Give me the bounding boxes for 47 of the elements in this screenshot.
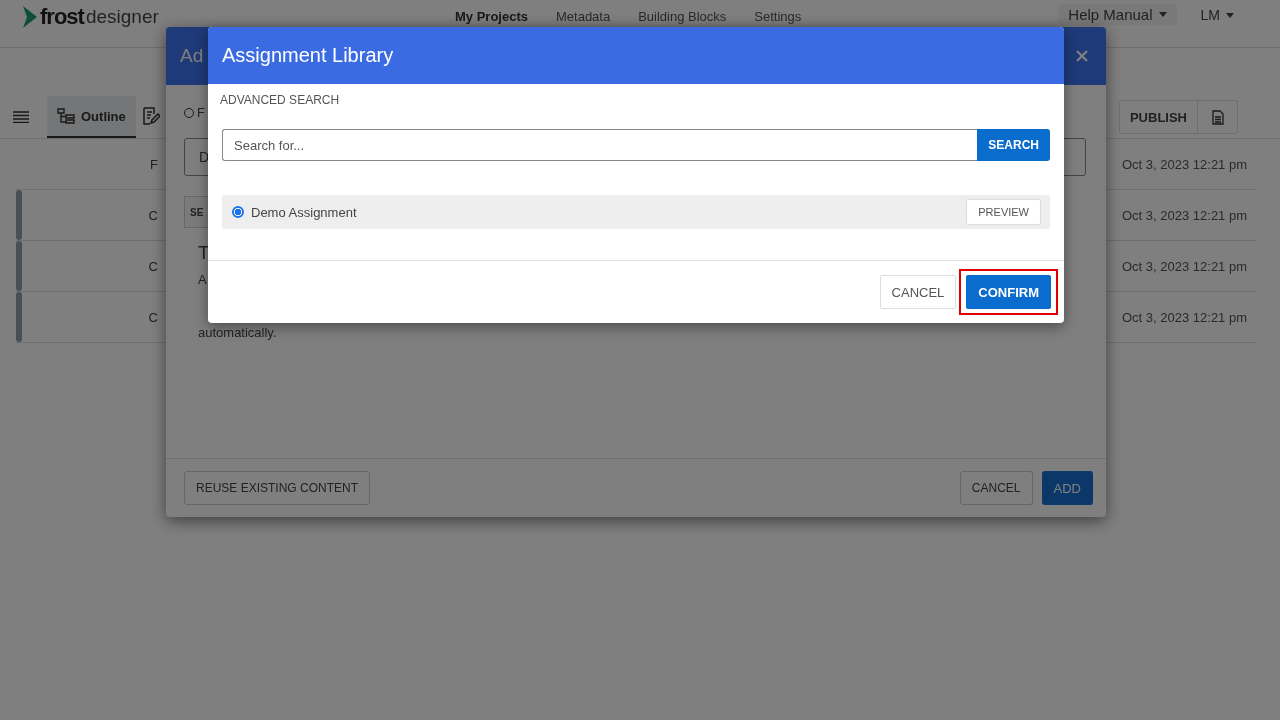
close-icon[interactable] bbox=[1076, 50, 1088, 62]
chevron-logo-icon bbox=[22, 5, 38, 29]
table-cell-text: F bbox=[149, 156, 158, 172]
nav-link[interactable]: Settings bbox=[754, 9, 802, 24]
cancel-button[interactable]: CANCEL bbox=[879, 275, 957, 309]
radio-button[interactable] bbox=[232, 206, 244, 218]
caret-icon bbox=[1226, 12, 1234, 18]
help-dropdown[interactable]: Help Manual bbox=[1058, 4, 1177, 25]
date-cell-text: Oct 3, 2023 12:21 pm bbox=[1122, 207, 1249, 223]
radio-label: F bbox=[197, 105, 205, 120]
search-button[interactable]: SEARCH bbox=[977, 129, 1050, 161]
document-button[interactable] bbox=[1198, 100, 1238, 134]
edit-icon bbox=[141, 107, 160, 125]
date-cell-text: Oct 3, 2023 12:21 pm bbox=[1122, 309, 1249, 325]
tree-icon bbox=[57, 108, 75, 124]
description-text: A bbox=[198, 272, 207, 287]
add-button[interactable]: ADD bbox=[1041, 471, 1093, 505]
nav-link[interactable]: My Projects bbox=[455, 9, 528, 24]
dialog-title: Ad bbox=[180, 45, 204, 67]
assignment-name: Demo Assignment bbox=[251, 204, 357, 220]
nav-link[interactable]: Metadata bbox=[556, 9, 611, 24]
select-button[interactable]: SE bbox=[184, 196, 210, 228]
outline-tab[interactable]: Outline bbox=[47, 96, 136, 138]
reuse-content-button[interactable]: REUSE EXISTING CONTENT bbox=[184, 471, 371, 505]
table-cell-text: C bbox=[147, 207, 158, 223]
logo[interactable]: frostdesigner bbox=[22, 4, 442, 30]
dialog-title: Assignment Library bbox=[222, 44, 394, 67]
section-heading: T bbox=[198, 242, 210, 264]
publish-button[interactable]: PUBLISH bbox=[1118, 100, 1198, 134]
menu-icon[interactable] bbox=[13, 111, 29, 123]
date-cell-text: Oct 3, 2023 12:21 pm bbox=[1122, 258, 1249, 274]
logo-text: designer bbox=[85, 6, 159, 28]
table-cell-text: C bbox=[147, 258, 158, 274]
preview-button[interactable]: PREVIEW bbox=[966, 199, 1041, 225]
confirm-button[interactable]: CONFIRM bbox=[966, 275, 1051, 309]
table-cell-text: C bbox=[147, 309, 158, 325]
logo-text: frost bbox=[40, 4, 84, 30]
document-icon bbox=[1211, 109, 1224, 125]
cancel-button[interactable]: CANCEL bbox=[959, 471, 1033, 505]
date-cell-text: Oct 3, 2023 12:21 pm bbox=[1122, 156, 1249, 172]
caret-icon bbox=[1158, 12, 1167, 17]
section-label: ADVANCED SEARCH bbox=[220, 93, 341, 107]
nav-link[interactable]: Building Blocks bbox=[638, 9, 727, 24]
search-field[interactable]: Search for... bbox=[222, 129, 978, 161]
description-text: automatically. bbox=[198, 325, 277, 340]
result-row[interactable]: Demo Assignment PREVIEW bbox=[222, 195, 1050, 229]
user-menu[interactable]: LM bbox=[1194, 4, 1240, 24]
